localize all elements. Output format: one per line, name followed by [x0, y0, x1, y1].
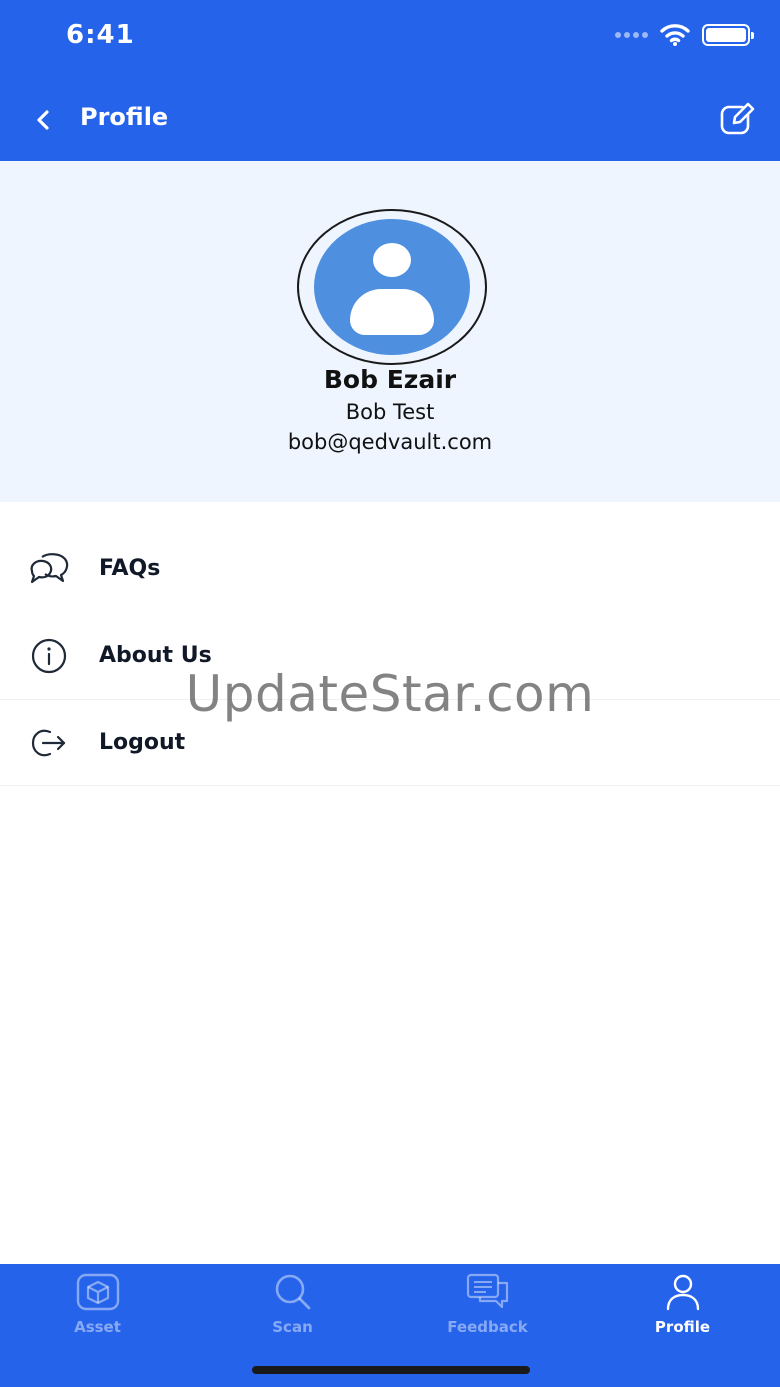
user-avatar-icon [314, 219, 470, 355]
tab-asset[interactable]: Asset [0, 1264, 195, 1344]
menu-label-logout: Logout [99, 730, 186, 755]
back-button[interactable] [24, 100, 64, 140]
tab-scan[interactable]: Scan [195, 1264, 390, 1344]
page-title: Profile [80, 103, 169, 131]
edit-icon [720, 102, 755, 135]
logout-icon [28, 722, 70, 764]
status-time: 6:41 [66, 20, 135, 50]
box-icon [74, 1270, 122, 1314]
avatar [297, 209, 487, 365]
user-icon [659, 1270, 707, 1314]
cellular-signal-icon [615, 32, 648, 38]
profile-menu: FAQs About Us Logout [0, 525, 780, 786]
user-email: bob@qedvault.com [287, 430, 493, 454]
tab-label-feedback: Feedback [447, 1318, 528, 1336]
watermark: UpdateStar.com [185, 665, 595, 723]
battery-icon [702, 24, 754, 46]
chevron-left-icon [37, 110, 49, 130]
chat-bubbles-icon [28, 548, 70, 590]
app-header: Profile [0, 80, 780, 161]
status-indicators [615, 24, 754, 46]
user-organization: Bob Test [345, 400, 435, 424]
feedback-icon [464, 1270, 512, 1314]
profile-card: Bob Ezair Bob Test bob@qedvault.com [0, 161, 780, 502]
tab-profile[interactable]: Profile [585, 1264, 780, 1344]
menu-label-faqs: FAQs [99, 556, 161, 581]
wifi-icon [660, 24, 690, 46]
tab-feedback[interactable]: Feedback [390, 1264, 585, 1344]
status-bar: 6:41 [0, 0, 780, 80]
menu-item-faqs[interactable]: FAQs [0, 525, 780, 612]
tab-label-asset: Asset [74, 1318, 121, 1336]
home-indicator[interactable] [252, 1366, 530, 1374]
tab-label-scan: Scan [272, 1318, 313, 1336]
user-name: Bob Ezair [323, 365, 457, 394]
tab-label-profile: Profile [654, 1318, 711, 1336]
search-icon [269, 1270, 317, 1314]
edit-profile-button[interactable] [718, 98, 758, 138]
